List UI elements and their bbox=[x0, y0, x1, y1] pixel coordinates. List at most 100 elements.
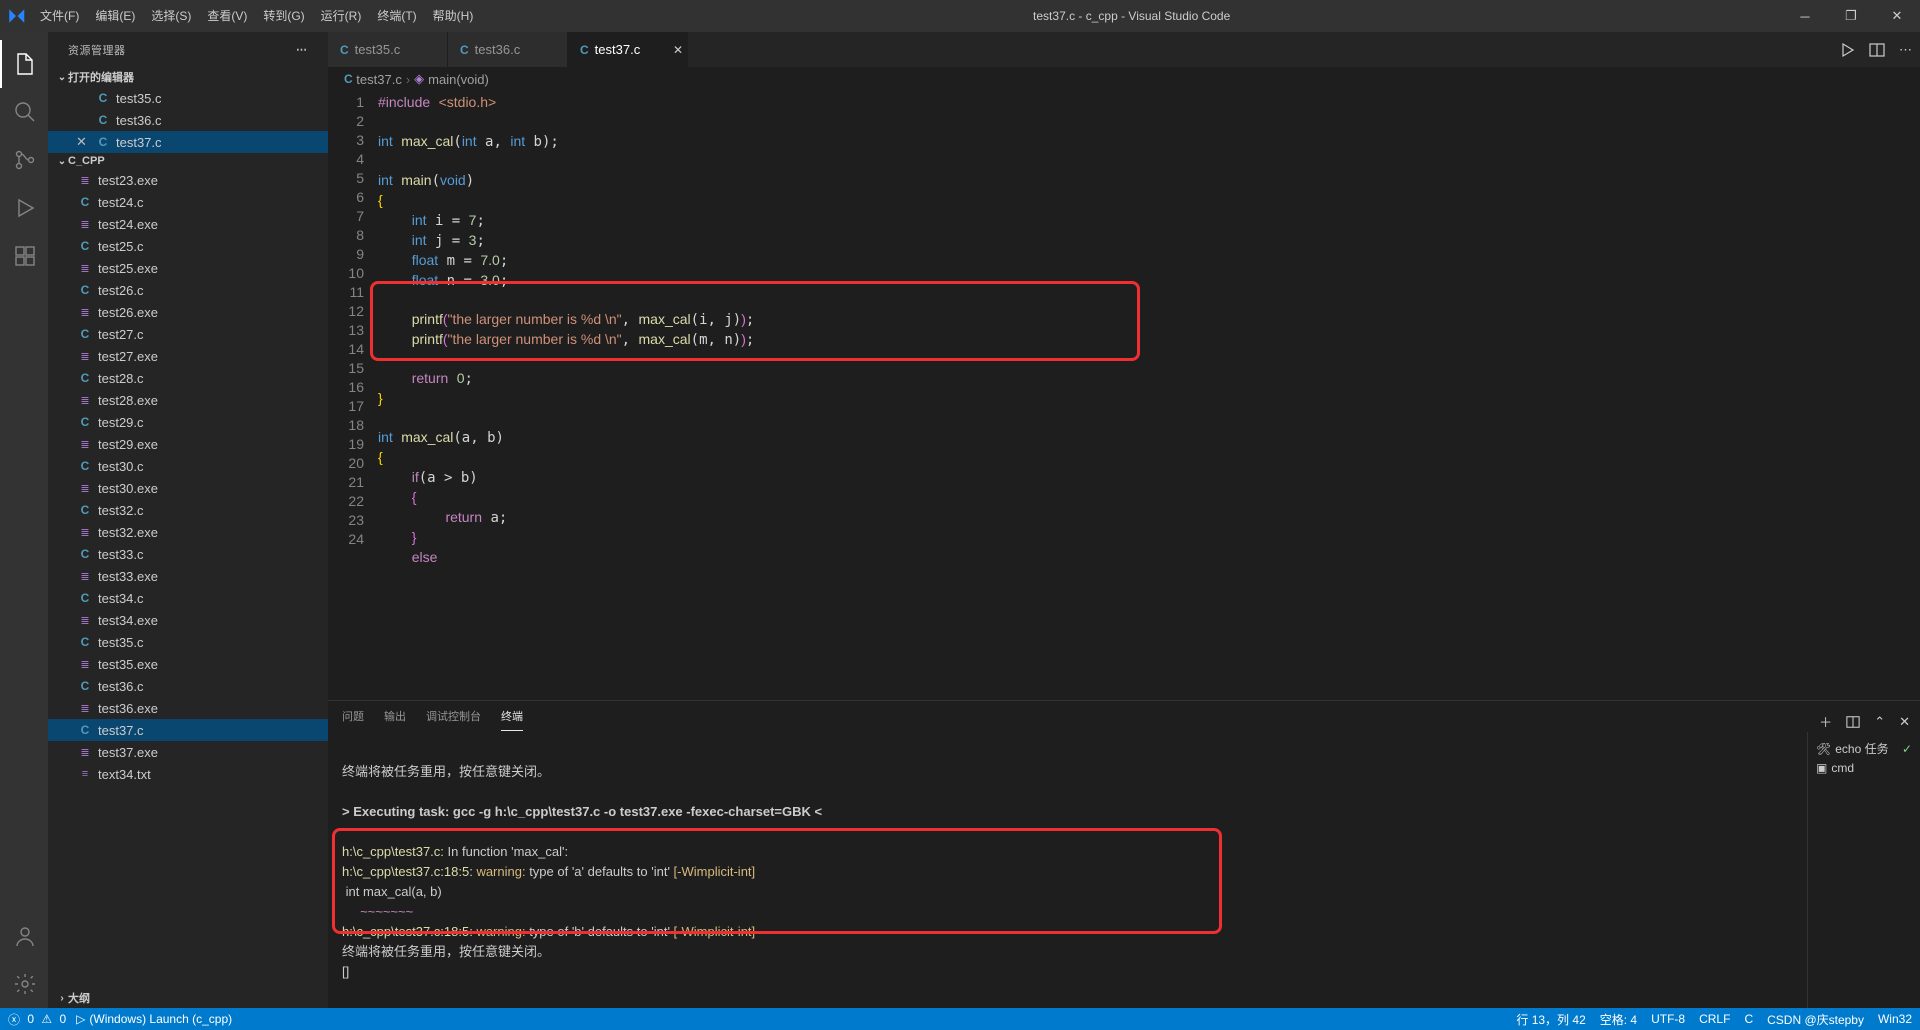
file-test33.exe[interactable]: ≣test33.exe bbox=[48, 565, 328, 587]
minimap[interactable] bbox=[1820, 91, 1920, 700]
file-test32.exe[interactable]: ≣test32.exe bbox=[48, 521, 328, 543]
close-button[interactable]: ✕ bbox=[1874, 0, 1920, 32]
file-test32.c[interactable]: Ctest32.c bbox=[48, 499, 328, 521]
terminal-output[interactable]: 终端将被任务重用，按任意键关闭。 > Executing task: gcc -… bbox=[328, 732, 1807, 1008]
minimize-button[interactable]: ─ bbox=[1782, 0, 1828, 32]
term-exec-prefix: > Executing task: bbox=[342, 804, 453, 819]
sidebar-more-icon[interactable]: ⋯ bbox=[296, 43, 308, 56]
term-loc1: h:\c_cpp\test37.c: bbox=[342, 844, 444, 859]
status-pos[interactable]: 行 13，列 42 bbox=[1516, 1011, 1585, 1028]
c-file-icon: C bbox=[344, 72, 353, 86]
panel-tab-3[interactable]: 终端 bbox=[501, 708, 523, 731]
outline-label: 大纲 bbox=[68, 990, 90, 1006]
file-text34.txt[interactable]: ≡text34.txt bbox=[48, 763, 328, 785]
file-test28.exe[interactable]: ≣test28.exe bbox=[48, 389, 328, 411]
outline-section[interactable]: ›大纲 bbox=[48, 988, 328, 1008]
folder-section[interactable]: ⌄C_CPP bbox=[48, 153, 328, 169]
status-errors[interactable]: ⓧ 0 ⚠ 0 bbox=[8, 1011, 66, 1028]
menu-4[interactable]: 转到(G) bbox=[255, 0, 312, 32]
window-controls: ─ ❐ ✕ bbox=[1782, 0, 1920, 32]
file-test27.exe[interactable]: ≣test27.exe bbox=[48, 345, 328, 367]
term-exec-cmd: gcc -g h:\c_cpp\test37.c -o test37.exe -… bbox=[453, 804, 822, 819]
term-warn1: warning: bbox=[476, 864, 525, 879]
file-test30.c[interactable]: Ctest30.c bbox=[48, 455, 328, 477]
run-icon[interactable] bbox=[1839, 42, 1855, 58]
file-test24.exe[interactable]: ≣test24.exe bbox=[48, 213, 328, 235]
settings-gear-icon[interactable] bbox=[0, 960, 48, 1008]
term-side-1[interactable]: ▣cmd bbox=[1812, 759, 1916, 777]
menu-1[interactable]: 编辑(E) bbox=[87, 0, 143, 32]
code-editor[interactable]: 123456789101112131415161718192021222324 … bbox=[328, 91, 1920, 700]
status-lang[interactable]: C bbox=[1744, 1012, 1753, 1026]
status-enc[interactable]: UTF-8 bbox=[1651, 1012, 1685, 1026]
file-test23.exe[interactable]: ≣test23.exe bbox=[48, 169, 328, 191]
open-editors-label: 打开的编辑器 bbox=[68, 69, 134, 85]
file-test28.c[interactable]: Ctest28.c bbox=[48, 367, 328, 389]
panel-new-icon[interactable]: ＋ bbox=[1819, 712, 1832, 731]
file-test27.c[interactable]: Ctest27.c bbox=[48, 323, 328, 345]
panel-close-icon[interactable]: ✕ bbox=[1899, 714, 1910, 730]
code-content[interactable]: #include <stdio.h> int max_cal(int a, in… bbox=[378, 91, 1820, 700]
open-editor-test37.c[interactable]: ✕Ctest37.c bbox=[48, 131, 328, 153]
status-notif[interactable]: CSDN @庆stepby bbox=[1767, 1011, 1864, 1028]
run-debug-tab[interactable] bbox=[0, 184, 48, 232]
menu-5[interactable]: 运行(R) bbox=[313, 0, 370, 32]
file-test25.c[interactable]: Ctest25.c bbox=[48, 235, 328, 257]
panel-split-icon[interactable] bbox=[1846, 715, 1860, 729]
account-icon[interactable] bbox=[0, 912, 48, 960]
file-test36.c[interactable]: Ctest36.c bbox=[48, 675, 328, 697]
file-test37.exe[interactable]: ≣test37.exe bbox=[48, 741, 328, 763]
file-test33.c[interactable]: Ctest33.c bbox=[48, 543, 328, 565]
file-test24.c[interactable]: Ctest24.c bbox=[48, 191, 328, 213]
menu-3[interactable]: 查看(V) bbox=[199, 0, 255, 32]
status-win32[interactable]: Win32 bbox=[1878, 1012, 1912, 1026]
file-test36.exe[interactable]: ≣test36.exe bbox=[48, 697, 328, 719]
breadcrumb[interactable]: C test37.c › ◈ main(void) bbox=[328, 67, 1920, 91]
tab-test35.c[interactable]: Ctest35.c bbox=[328, 32, 448, 67]
tab-test36.c[interactable]: Ctest36.c bbox=[448, 32, 568, 67]
file-test30.exe[interactable]: ≣test30.exe bbox=[48, 477, 328, 499]
scm-tab[interactable] bbox=[0, 136, 48, 184]
term-side-0[interactable]: 🛠echo 任务✓ bbox=[1812, 738, 1916, 759]
panel-tab-0[interactable]: 问题 bbox=[342, 708, 364, 731]
menu-7[interactable]: 帮助(H) bbox=[425, 0, 482, 32]
sidebar-title: 资源管理器 bbox=[68, 42, 126, 58]
term-reuse: 终端将被任务重用，按任意键关闭。 bbox=[342, 764, 550, 779]
folder-label: C_CPP bbox=[68, 155, 105, 167]
menu-2[interactable]: 选择(S) bbox=[143, 0, 199, 32]
file-test25.exe[interactable]: ≣test25.exe bbox=[48, 257, 328, 279]
tab-test37.c[interactable]: Ctest37.c✕ bbox=[568, 32, 688, 67]
sidebar-header: 资源管理器 ⋯ bbox=[48, 32, 328, 67]
status-eol[interactable]: CRLF bbox=[1699, 1012, 1730, 1026]
open-editor-test35.c[interactable]: Ctest35.c bbox=[48, 87, 328, 109]
file-test29.exe[interactable]: ≣test29.exe bbox=[48, 433, 328, 455]
file-test26.exe[interactable]: ≣test26.exe bbox=[48, 301, 328, 323]
status-spaces[interactable]: 空格: 4 bbox=[1600, 1011, 1637, 1028]
search-tab[interactable] bbox=[0, 88, 48, 136]
panel-tab-2[interactable]: 调试控制台 bbox=[426, 708, 481, 731]
term-warna: type of 'a' defaults to 'int' bbox=[526, 864, 674, 879]
status-launch[interactable]: ▷ (Windows) Launch (c_cpp) bbox=[76, 1012, 232, 1026]
menu-0[interactable]: 文件(F) bbox=[32, 0, 87, 32]
panel-tab-1[interactable]: 输出 bbox=[384, 708, 406, 731]
maximize-button[interactable]: ❐ bbox=[1828, 0, 1874, 32]
term-flag1: [-Wimplicit-int] bbox=[674, 864, 756, 879]
term-reuse2: 终端将被任务重用，按任意键关闭。 bbox=[342, 944, 550, 959]
file-test29.c[interactable]: Ctest29.c bbox=[48, 411, 328, 433]
app-logo-icon bbox=[0, 7, 32, 25]
panel-max-icon[interactable]: ⌃ bbox=[1874, 714, 1885, 730]
explorer-sidebar: 资源管理器 ⋯ ⌄打开的编辑器 Ctest35.cCtest36.c✕Ctest… bbox=[48, 32, 328, 1008]
more-editor-icon[interactable]: ⋯ bbox=[1899, 42, 1912, 58]
file-test34.exe[interactable]: ≣test34.exe bbox=[48, 609, 328, 631]
file-test34.c[interactable]: Ctest34.c bbox=[48, 587, 328, 609]
split-editor-icon[interactable] bbox=[1869, 42, 1885, 58]
explorer-tab[interactable] bbox=[0, 40, 48, 88]
open-editors-section[interactable]: ⌄打开的编辑器 bbox=[48, 67, 328, 87]
extensions-tab[interactable] bbox=[0, 232, 48, 280]
open-editor-test36.c[interactable]: Ctest36.c bbox=[48, 109, 328, 131]
menu-6[interactable]: 终端(T) bbox=[369, 0, 424, 32]
file-test35.exe[interactable]: ≣test35.exe bbox=[48, 653, 328, 675]
file-test37.c[interactable]: Ctest37.c bbox=[48, 719, 328, 741]
file-test26.c[interactable]: Ctest26.c bbox=[48, 279, 328, 301]
file-test35.c[interactable]: Ctest35.c bbox=[48, 631, 328, 653]
